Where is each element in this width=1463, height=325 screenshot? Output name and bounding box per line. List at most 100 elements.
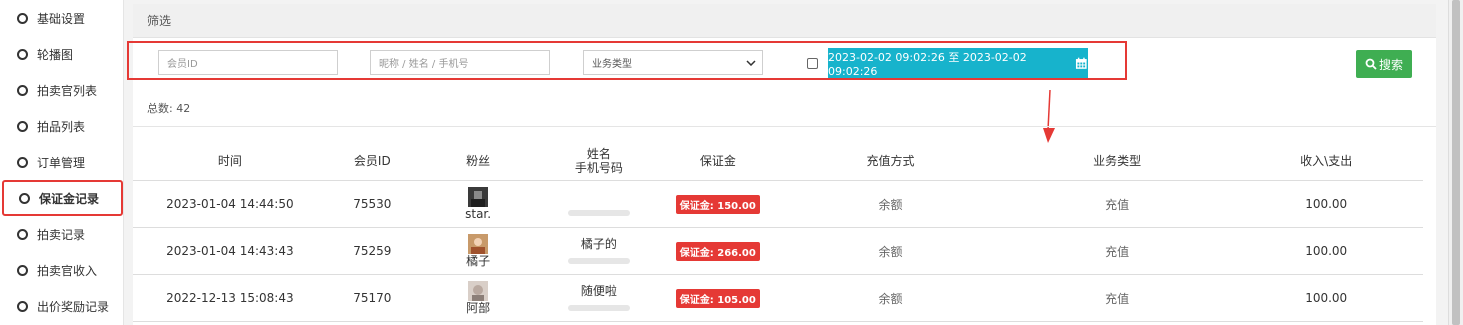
header-business-type: 业务类型 — [1004, 142, 1230, 181]
avatar[interactable] — [468, 187, 489, 207]
masked-phone — [567, 258, 630, 264]
header-income-expense: 收入\支出 — [1229, 142, 1423, 181]
header-name: 姓名 — [586, 147, 611, 161]
sidebar-item-label: 拍卖官收入 — [37, 263, 98, 278]
red-arrow-annotation — [1043, 90, 1055, 143]
cell-name-phone: 随便啦 — [538, 274, 660, 322]
circle-icon — [19, 192, 30, 204]
sidebar-item-auction-records[interactable]: 拍卖记录 — [0, 216, 123, 252]
circle-icon — [17, 264, 28, 276]
header-member-id: 会员ID — [326, 142, 418, 181]
cell-member-id: 75259 — [326, 227, 418, 275]
name-phone-input[interactable]: 昵称 / 姓名 / 手机号 — [370, 50, 550, 75]
sidebar-item-deposit-records[interactable]: 保证金记录 — [2, 180, 123, 216]
cell-member-id: 75530 — [326, 180, 418, 228]
sidebar-item-lot-list[interactable]: 拍品列表 — [0, 108, 123, 144]
sidebar-item-label: 保证金记录 — [39, 191, 100, 206]
cell-recharge-method: 余额 — [776, 274, 1005, 322]
deposit-badge: 保证金: 150.00 — [675, 194, 760, 214]
scrollbar-thumb[interactable] — [1452, 0, 1460, 325]
circle-icon — [17, 156, 28, 168]
business-type-select[interactable]: 业务类型 — [583, 50, 763, 75]
header-name-phone: 姓名 手机号码 — [538, 142, 660, 181]
cell-deposit: 保证金: 266.00 — [659, 227, 777, 275]
sidebar-item-label: 拍品列表 — [37, 119, 86, 134]
search-icon — [1365, 58, 1377, 70]
deposit-badge: 保证金: 266.00 — [675, 241, 760, 261]
total-count: 总数: 42 — [147, 102, 191, 115]
table-row: 2023-01-04 14:44:50 75530 star. 保证金: 150… — [133, 180, 1423, 228]
cell-fan: 橘子 — [417, 227, 539, 275]
filter-title: 筛选 — [147, 14, 172, 28]
chevron-down-icon — [746, 59, 756, 66]
masked-phone — [567, 305, 630, 311]
sidebar-item-label: 轮播图 — [37, 47, 74, 62]
circle-icon — [17, 48, 28, 60]
name-text: 橘子的 — [580, 237, 617, 251]
circle-icon — [17, 84, 28, 96]
sidebar-item-label: 拍卖官列表 — [37, 83, 98, 98]
cell-name-phone: 橘子的 — [538, 227, 660, 275]
cell-name-phone — [538, 180, 660, 228]
cell-deposit: 保证金: 150.00 — [659, 180, 777, 228]
cell-recharge-method: 余额 — [776, 227, 1005, 275]
sidebar-item-order-management[interactable]: 订单管理 — [0, 144, 123, 180]
main-panel: 筛选 会员ID 昵称 / 姓名 / 手机号 业务类型 2023-02-02 09… — [127, 4, 1436, 325]
cell-fan: star. — [417, 180, 539, 228]
header-time: 时间 — [133, 142, 327, 181]
search-button-label: 搜索 — [1378, 57, 1403, 72]
circle-icon — [17, 12, 28, 24]
date-range-text: 2023-02-02 09:02:26 至 2023-02-02 09:02:2… — [828, 50, 1027, 78]
divider — [133, 126, 1436, 127]
cell-business-type: 充值 — [1004, 274, 1230, 322]
cell-time: 2022-12-13 15:08:43 — [133, 274, 327, 322]
cell-amount: 100.00 — [1229, 274, 1423, 322]
deposit-badge: 保证金: 105.00 — [675, 288, 760, 308]
cell-amount: 100.00 — [1229, 227, 1423, 275]
fan-name: 阿部 — [466, 301, 491, 315]
member-id-placeholder: 会员ID — [167, 59, 198, 70]
cell-time: 2023-01-04 14:43:43 — [133, 227, 327, 275]
date-filter-checkbox[interactable] — [807, 58, 818, 69]
search-button[interactable]: 搜索 — [1356, 50, 1412, 78]
fan-name: star. — [465, 207, 492, 221]
sidebar-item-label: 出价奖励记录 — [37, 299, 110, 314]
table-header-row: 时间 会员ID 粉丝 姓名 手机号码 保证金 充值方式 业务类型 收入\支出 — [133, 142, 1423, 181]
cell-amount: 100.00 — [1229, 180, 1423, 228]
header-deposit: 保证金 — [659, 142, 777, 181]
masked-phone — [567, 209, 630, 216]
date-range-button[interactable]: 2023-02-02 09:02:26 至 2023-02-02 09:02:2… — [828, 48, 1088, 78]
sidebar-item-label: 订单管理 — [37, 155, 86, 170]
member-id-input[interactable]: 会员ID — [158, 50, 338, 75]
sidebar-item-auctioneer-income[interactable]: 拍卖官收入 — [0, 252, 123, 288]
sidebar-item-auctioneer-list[interactable]: 拍卖官列表 — [0, 72, 123, 108]
header-fans: 粉丝 — [417, 142, 539, 181]
circle-icon — [17, 120, 28, 132]
cell-business-type: 充值 — [1004, 227, 1230, 275]
cell-business-type: 充值 — [1004, 180, 1230, 228]
business-type-value: 业务类型 — [592, 59, 632, 70]
name-text: 随便啦 — [580, 284, 617, 298]
name-phone-placeholder: 昵称 / 姓名 / 手机号 — [379, 59, 469, 70]
sidebar-item-bid-rewards[interactable]: 出价奖励记录 — [0, 288, 123, 324]
circle-icon — [17, 228, 28, 240]
header-phone: 手机号码 — [574, 161, 623, 175]
filter-header: 筛选 — [133, 4, 1436, 38]
cell-recharge-method: 余额 — [776, 180, 1005, 228]
sidebar-item-label: 基础设置 — [37, 11, 86, 26]
sidebar-item-carousel[interactable]: 轮播图 — [0, 36, 123, 72]
table-row: 2022-12-13 15:08:43 75170 阿部 随便啦 保证金: 10… — [133, 274, 1423, 322]
scrollbar[interactable] — [1448, 0, 1463, 325]
table-row: 2023-01-04 14:43:43 75259 橘子 橘子的 保证金: 26… — [133, 227, 1423, 275]
sidebar-item-label: 拍卖记录 — [37, 227, 86, 242]
circle-icon — [17, 300, 28, 312]
header-recharge-method: 充值方式 — [776, 142, 1005, 181]
fan-name: 橘子 — [466, 254, 491, 268]
sidebar-item-basic-settings[interactable]: 基础设置 — [0, 0, 123, 36]
cell-time: 2023-01-04 14:44:50 — [133, 180, 327, 228]
calendar-icon — [1076, 57, 1088, 69]
avatar[interactable] — [468, 234, 489, 254]
avatar[interactable] — [468, 281, 489, 301]
deposit-table: 时间 会员ID 粉丝 姓名 手机号码 保证金 充值方式 业务类型 收入\支出 20… — [133, 142, 1423, 322]
sidebar: 基础设置 轮播图 拍卖官列表 拍品列表 订单管理 保证金记录 拍卖记录 拍卖官收… — [0, 0, 124, 325]
